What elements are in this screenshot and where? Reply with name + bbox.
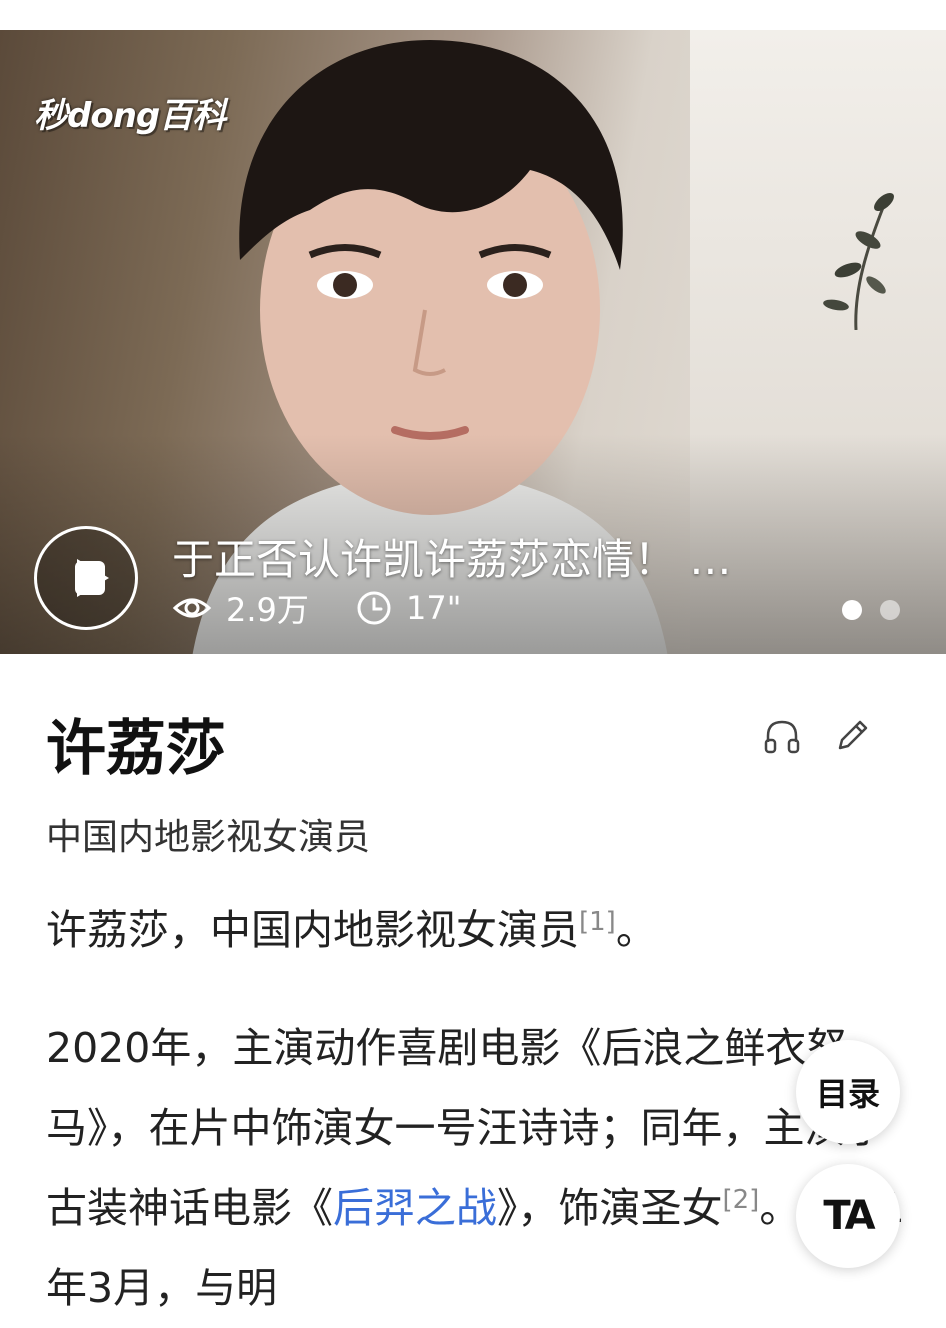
ta-button[interactable]: TA	[796, 1164, 900, 1268]
view-count: 2.9万	[172, 586, 309, 630]
play-icon	[75, 559, 109, 597]
source-logo: 秒dong百科	[34, 96, 226, 136]
carousel-dot[interactable]	[880, 600, 900, 620]
video-banner[interactable]: 秒dong百科 于正否认许凯许荔莎恋情！ … 2.9万 17"	[0, 30, 946, 654]
status-strip	[0, 0, 946, 30]
video-title[interactable]: 于正否认许凯许荔莎恋情！ …	[172, 526, 731, 587]
duration-text: 17"	[406, 589, 462, 627]
carousel-indicator[interactable]	[842, 600, 900, 620]
video-duration: 17"	[356, 586, 461, 630]
intro-end: 。	[615, 906, 657, 954]
intro-text: 许荔莎，中国内地影视女演员	[46, 906, 579, 954]
entry-title: 许荔莎	[46, 714, 226, 784]
career-paragraph: 2020年，主演动作喜剧电影《后浪之鲜衣怒马》，在片中饰演女一号汪诗诗；同年，主…	[46, 1008, 906, 1328]
carousel-dot-active[interactable]	[842, 600, 862, 620]
career-text-2: 》，饰演圣女	[497, 1184, 723, 1232]
reference-2[interactable]: [2]	[723, 1185, 760, 1215]
edit-icon[interactable]	[832, 716, 872, 756]
clock-icon	[357, 591, 391, 625]
toc-label: 目录	[815, 1075, 880, 1113]
entry-subtitle: 中国内地影视女演员	[46, 817, 371, 858]
reference-1[interactable]: [1]	[579, 907, 616, 937]
view-count-text: 2.9万	[226, 591, 309, 629]
movie-link[interactable]: 后羿之战	[333, 1184, 497, 1232]
play-button[interactable]	[34, 526, 138, 630]
ta-label: TA	[823, 1193, 875, 1239]
eye-icon	[172, 598, 212, 618]
headphones-icon[interactable]	[762, 716, 802, 756]
intro-paragraph: 许荔莎，中国内地影视女演员[1]。	[46, 890, 906, 970]
table-of-contents-button[interactable]: 目录	[796, 1040, 900, 1144]
plant-decoration	[823, 193, 894, 330]
